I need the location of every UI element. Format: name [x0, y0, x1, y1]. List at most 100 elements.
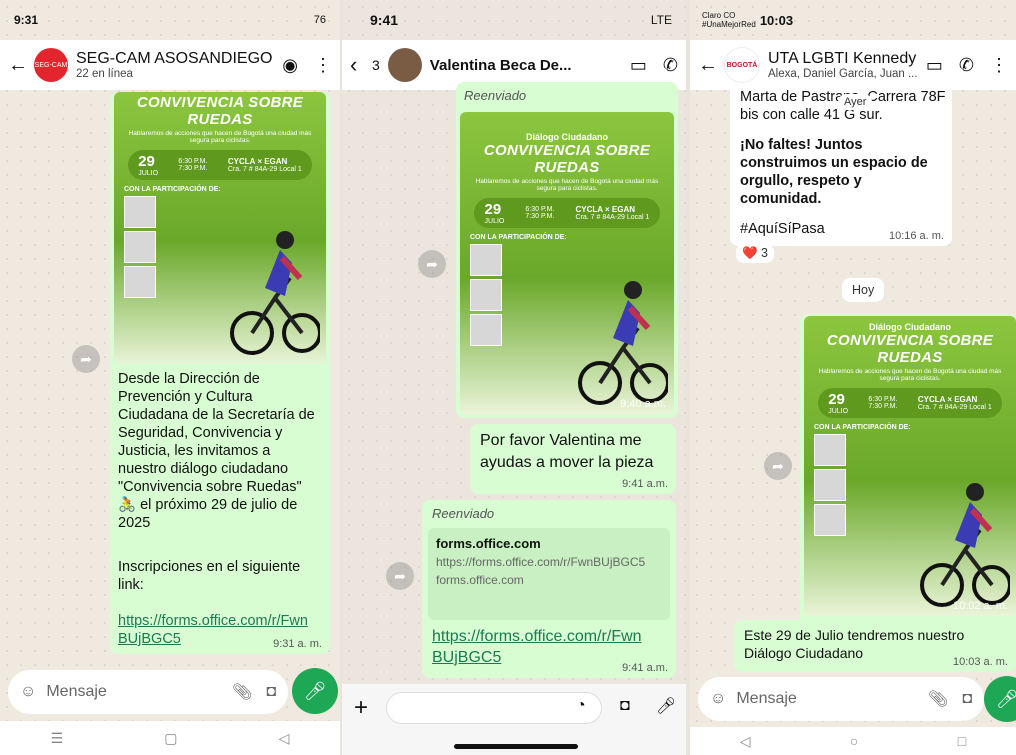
chat-title: SEG-CAM ASOSANDIEGO: [76, 50, 273, 67]
group-avatar[interactable]: BOGOTÁ: [724, 47, 760, 83]
event-poster-image[interactable]: CONVIVENCIA SOBRE RUEDAS Hablaremos de a…: [114, 92, 326, 364]
message-input-bar[interactable]: ☺ Mensaje 📎︎ ◘: [698, 677, 984, 721]
chat-subtitle: 22 en línea: [76, 68, 133, 80]
mic-icon[interactable]: 🎤︎: [656, 696, 676, 716]
emoji-icon[interactable]: ☺: [20, 683, 36, 701]
link-preview-card[interactable]: forms.office.com https://forms.office.co…: [428, 528, 670, 620]
message-text: Por favor Valentina me ayudas a mover la…: [480, 432, 654, 471]
poster-month: JULIO: [828, 408, 849, 415]
phone-call-icon[interactable]: ✆: [959, 55, 974, 76]
status-time: 9:31: [14, 13, 39, 27]
poster-time-end: 7:30 P.M.: [178, 165, 208, 172]
message-time: 9:31 a. m.: [273, 638, 322, 650]
message-bubble-forwarded-image[interactable]: Reenviado Diálogo Ciudadano CONVIVENCIA …: [456, 82, 678, 418]
plus-icon[interactable]: +: [354, 694, 368, 722]
poster-time-start: 6:30 P.M.: [178, 158, 208, 165]
group-avatar[interactable]: SEG-CAM: [34, 48, 68, 82]
date-chip-yesterday: Ayer: [838, 94, 873, 110]
forwarded-label: Reenviado: [464, 88, 527, 103]
chat-panel-asosandiego: 9:31 76 ← SEG-CAM SEG-CAM ASOSANDIEGO 22…: [0, 0, 340, 755]
back-arrow-icon[interactable]: ←: [698, 54, 718, 77]
attach-icon[interactable]: 📎︎: [232, 682, 252, 702]
message-input[interactable]: Mensaje: [736, 690, 928, 708]
chat-header: ← BOGOTÁ UTA LGBTI Kennedy Alexa, Daniel…: [690, 40, 1016, 90]
chat-title-block[interactable]: UTA LGBTI Kennedy Alexa, Daniel García, …: [768, 50, 918, 80]
poster-day: 29: [828, 391, 845, 408]
message-time: 10:03 a. m.: [952, 656, 1008, 668]
recent-apps-icon[interactable]: □: [958, 733, 966, 749]
message-bubble-outgoing[interactable]: Diálogo Ciudadano CONVIVENCIA SOBRE RUED…: [800, 314, 1016, 672]
poster-month: JULIO: [138, 170, 159, 177]
speaker-photo: [814, 434, 846, 466]
poster-headline: CONVIVENCIA SOBRE RUEDAS: [136, 94, 304, 128]
message-input[interactable]: [386, 692, 602, 724]
voice-chat-icon[interactable]: ◉: [282, 55, 298, 76]
attach-icon[interactable]: 📎︎: [928, 689, 948, 709]
message-reaction[interactable]: ❤️ 3: [736, 244, 774, 263]
chat-title[interactable]: Valentina Beca De...: [430, 57, 622, 74]
event-poster-image[interactable]: Diálogo Ciudadano CONVIVENCIA SOBRE RUED…: [804, 316, 1016, 616]
home-indicator[interactable]: [454, 744, 578, 749]
image-time: 9:40 a.m.: [620, 398, 666, 410]
mic-button[interactable]: 🎤︎: [292, 668, 338, 714]
more-options-icon[interactable]: ⋮: [990, 55, 1008, 76]
poster-time-start: 6:30 P.M.: [868, 396, 898, 403]
poster-date-pill: 29 JULIO 6:30 P.M. 7:30 P.M. CYCLA × EGAN C…: [818, 388, 1002, 418]
image-time: 10:02 a. m.: [952, 600, 1008, 612]
forward-icon[interactable]: ➦: [764, 452, 792, 480]
home-icon[interactable]: ○: [850, 733, 858, 749]
chat-title-block[interactable]: SEG-CAM ASOSANDIEGO 22 en línea: [76, 50, 274, 80]
forward-icon[interactable]: ➦: [386, 562, 414, 590]
poster-address: Cra. 7 # 84A-29 Local 1: [575, 214, 650, 221]
message-bubble-caption[interactable]: Este 29 de Julio tendremos nuestro Diálo…: [734, 620, 1016, 672]
camera-icon[interactable]: ◘: [962, 690, 972, 708]
message-link[interactable]: https://forms.office.com/r/FwnBUjBGC5: [432, 626, 646, 668]
poster-description: Hablaremos de acciones que hacen de Bogo…: [128, 130, 312, 144]
home-icon[interactable]: ▢: [164, 730, 177, 747]
message-text: Este 29 de Julio tendremos nuestro Diálo…: [744, 627, 965, 661]
poster-kicker: Diálogo Ciudadano: [526, 132, 608, 142]
emoji-icon[interactable]: ☺: [710, 690, 726, 708]
forward-icon[interactable]: ➦: [72, 345, 100, 373]
speaker-photo: [124, 196, 156, 228]
phone-call-icon[interactable]: ✆: [663, 55, 678, 76]
recent-apps-icon[interactable]: ☰: [51, 730, 64, 747]
video-call-icon[interactable]: ▭: [926, 55, 943, 76]
forwarded-label: Reenviado: [432, 506, 495, 521]
link-preview-url: https://forms.office.com/r/FwnBUjBGC5: [436, 555, 646, 569]
status-carrier: Claro CO: [702, 11, 736, 20]
camera-icon[interactable]: ◘: [266, 683, 276, 701]
sticker-icon[interactable]: ◔: [576, 697, 586, 715]
message-bubble-outgoing[interactable]: CONVIVENCIA SOBRE RUEDAS Hablaremos de a…: [110, 92, 330, 654]
message-text-signup: Inscripciones en el siguiente link:: [118, 559, 301, 593]
message-input-bar[interactable]: ☺ Mensaje 📎︎ ◘: [8, 670, 288, 714]
event-poster-image[interactable]: Diálogo Ciudadano CONVIVENCIA SOBRE RUED…: [460, 112, 674, 414]
message-time: 9:41 a.m.: [622, 478, 668, 490]
battery-level: 76: [313, 14, 326, 26]
speaker-photo: [814, 504, 846, 536]
screenshot-collage: 9:31 76 ← SEG-CAM SEG-CAM ASOSANDIEGO 22…: [0, 0, 1016, 755]
video-call-icon[interactable]: ▭: [630, 55, 647, 76]
forward-icon[interactable]: ➦: [418, 250, 446, 278]
poster-address: Cra. 7 # 84A-29 Local 1: [917, 404, 992, 411]
back-chevron-icon[interactable]: ‹: [350, 52, 368, 78]
cyclist-illustration: [230, 231, 320, 355]
nav-back-icon[interactable]: ◁: [740, 733, 751, 750]
message-bubble-forwarded-link[interactable]: Reenviado forms.office.com https://forms…: [422, 500, 676, 678]
cyclist-illustration: [578, 281, 668, 405]
status-tag: #UnaMejorRed: [702, 20, 756, 29]
back-arrow-icon[interactable]: ←: [8, 54, 28, 77]
poster-participants-heading: CON LA PARTICIPACIÓN DE:: [124, 186, 221, 193]
poster-month: JULIO: [484, 218, 505, 225]
message-input[interactable]: Mensaje: [46, 683, 232, 701]
camera-icon[interactable]: ◘: [620, 697, 630, 715]
poster-participants-heading: CON LA PARTICIPACIÓN DE:: [814, 424, 911, 431]
poster-kicker: Diálogo Ciudadano: [869, 322, 951, 332]
message-bubble-outgoing[interactable]: Por favor Valentina me ayudas a mover la…: [470, 424, 676, 494]
contact-avatar[interactable]: [387, 48, 422, 82]
network-type: LTE: [650, 13, 672, 27]
nav-back-icon[interactable]: ◁: [279, 730, 290, 747]
speaker-photo: [470, 314, 502, 346]
more-options-icon[interactable]: ⋮: [314, 55, 332, 76]
speaker-photo: [470, 279, 502, 311]
